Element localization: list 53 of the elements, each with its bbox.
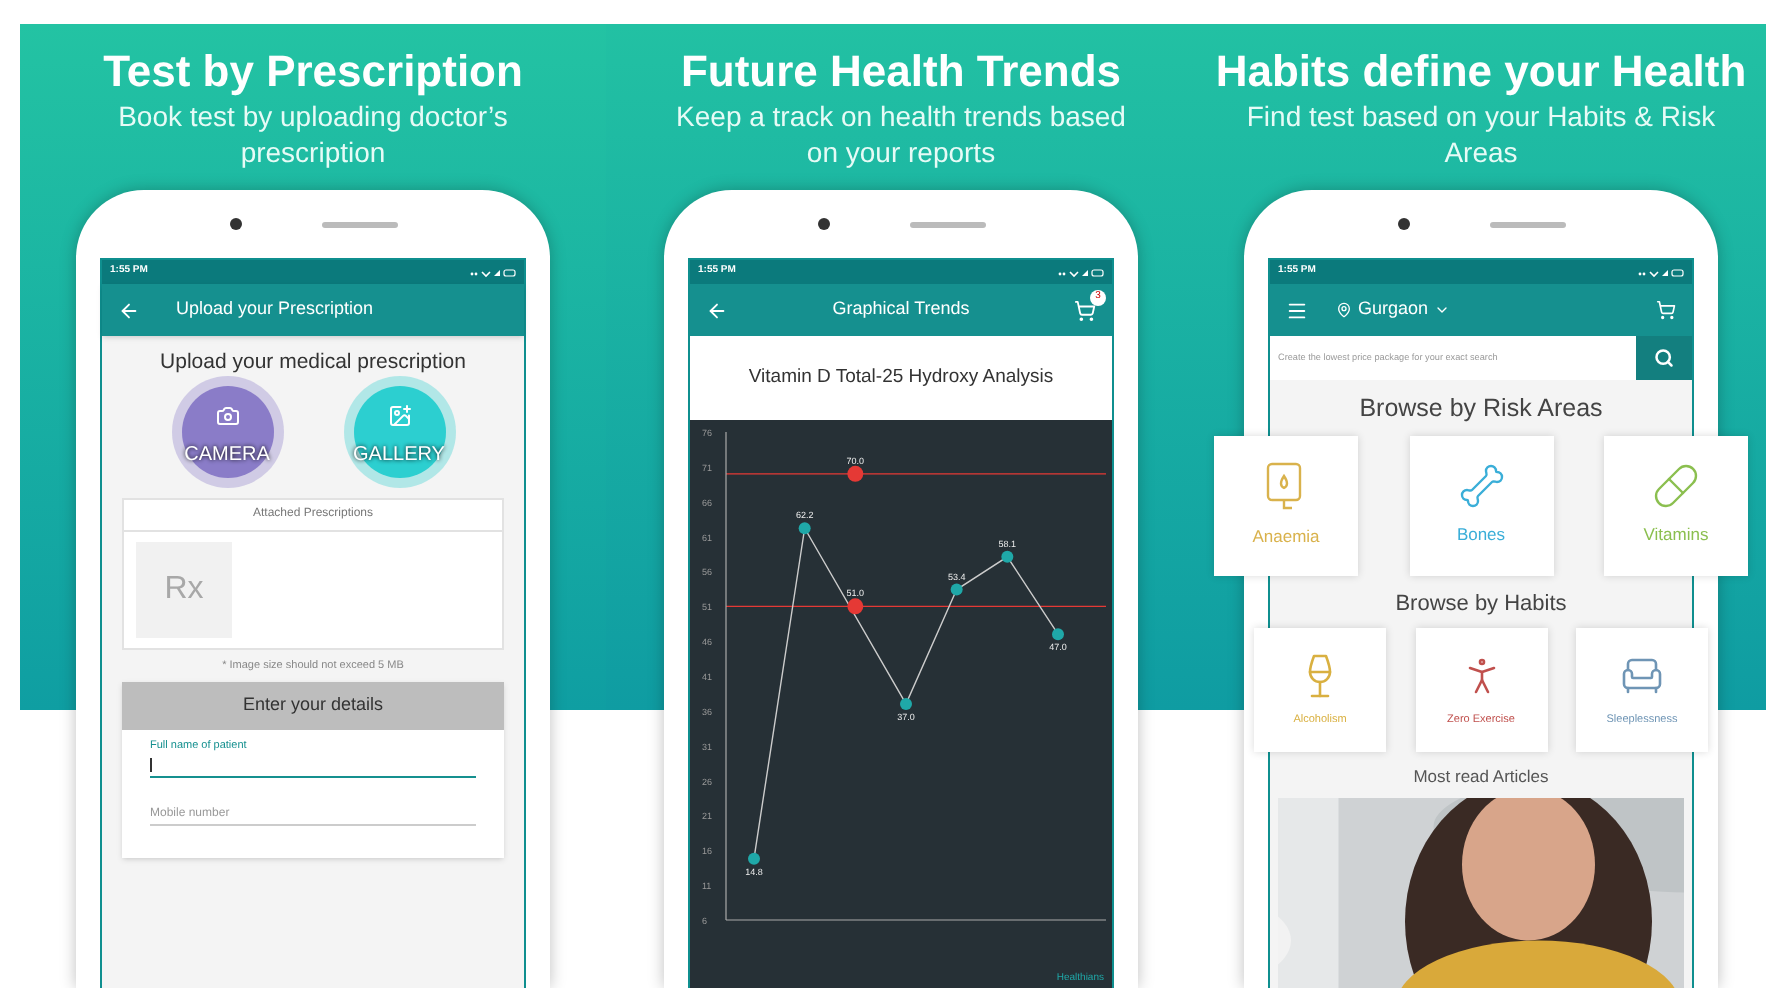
panel-title: Habits define your Health bbox=[1215, 46, 1747, 98]
speaker-grille-icon bbox=[909, 221, 985, 227]
back-icon[interactable] bbox=[118, 299, 140, 321]
data-point bbox=[748, 852, 760, 865]
cart-icon[interactable] bbox=[1656, 300, 1676, 320]
cart-icon[interactable] bbox=[1073, 299, 1096, 321]
pill-icon bbox=[1652, 462, 1700, 511]
panel-title: Future Health Trends bbox=[680, 46, 1122, 98]
back-icon[interactable] bbox=[706, 299, 728, 321]
data-point bbox=[847, 598, 864, 615]
app-bar-title: Upload your Prescription bbox=[176, 296, 374, 323]
data-point bbox=[900, 697, 912, 710]
data-point bbox=[950, 583, 963, 596]
data-point bbox=[847, 465, 864, 482]
location-label[interactable]: Gurgaon bbox=[1358, 296, 1429, 324]
search-button[interactable] bbox=[1636, 336, 1692, 380]
risk-area-label: Bones bbox=[1456, 522, 1506, 549]
rx-symbol: Rx bbox=[164, 569, 204, 610]
data-point bbox=[798, 522, 811, 535]
panel-subtitle: Book test by uploading doctor’s prescription bbox=[116, 98, 510, 170]
section-heading: Browse by Habits bbox=[1393, 589, 1569, 620]
details-heading: Enter your details bbox=[122, 682, 504, 729]
status-icons bbox=[468, 267, 516, 277]
risk-area-card[interactable]: Anaemia bbox=[1214, 435, 1358, 576]
chevron-down-icon[interactable] bbox=[1434, 302, 1451, 318]
panel-subtitle: Find test based on your Habits & Risk Areas bbox=[1244, 98, 1718, 170]
front-camera-icon bbox=[1397, 218, 1409, 230]
risk-area-label: Anaemia bbox=[1252, 524, 1320, 551]
test-name: Vitamin D Total-25 Hydroxy Analysis bbox=[690, 336, 1112, 420]
search-icon bbox=[1654, 348, 1674, 368]
camera-icon bbox=[215, 403, 239, 428]
section-heading: Browse by Risk Areas bbox=[1357, 392, 1605, 426]
speaker-grille-icon bbox=[1489, 221, 1565, 227]
app-bar-title: Graphical Trends bbox=[832, 296, 970, 323]
data-point bbox=[1001, 550, 1014, 563]
upload-heading: Upload your medical prescription bbox=[160, 348, 466, 378]
risk-area-label: Vitamins bbox=[1643, 522, 1709, 549]
panel-title: Test by Prescription bbox=[103, 46, 523, 98]
image-icon bbox=[387, 403, 411, 428]
risk-area-card[interactable]: Bones bbox=[1409, 435, 1553, 576]
status-icons bbox=[1056, 267, 1104, 277]
bone-icon bbox=[1457, 462, 1505, 511]
location-pin-icon bbox=[1336, 302, 1352, 318]
text-cursor bbox=[150, 757, 152, 772]
data-point bbox=[1052, 628, 1064, 641]
risk-area-card[interactable]: Vitamins bbox=[1604, 435, 1748, 576]
panel-subtitle: Keep a track on health trends based on your reports bbox=[674, 98, 1128, 170]
status-icons bbox=[1636, 267, 1684, 277]
front-camera-icon bbox=[817, 218, 829, 230]
front-camera-icon bbox=[229, 218, 241, 230]
menu-icon[interactable] bbox=[1286, 299, 1308, 321]
section-heading: Most read Articles bbox=[1411, 764, 1551, 790]
speaker-grille-icon bbox=[321, 221, 397, 227]
